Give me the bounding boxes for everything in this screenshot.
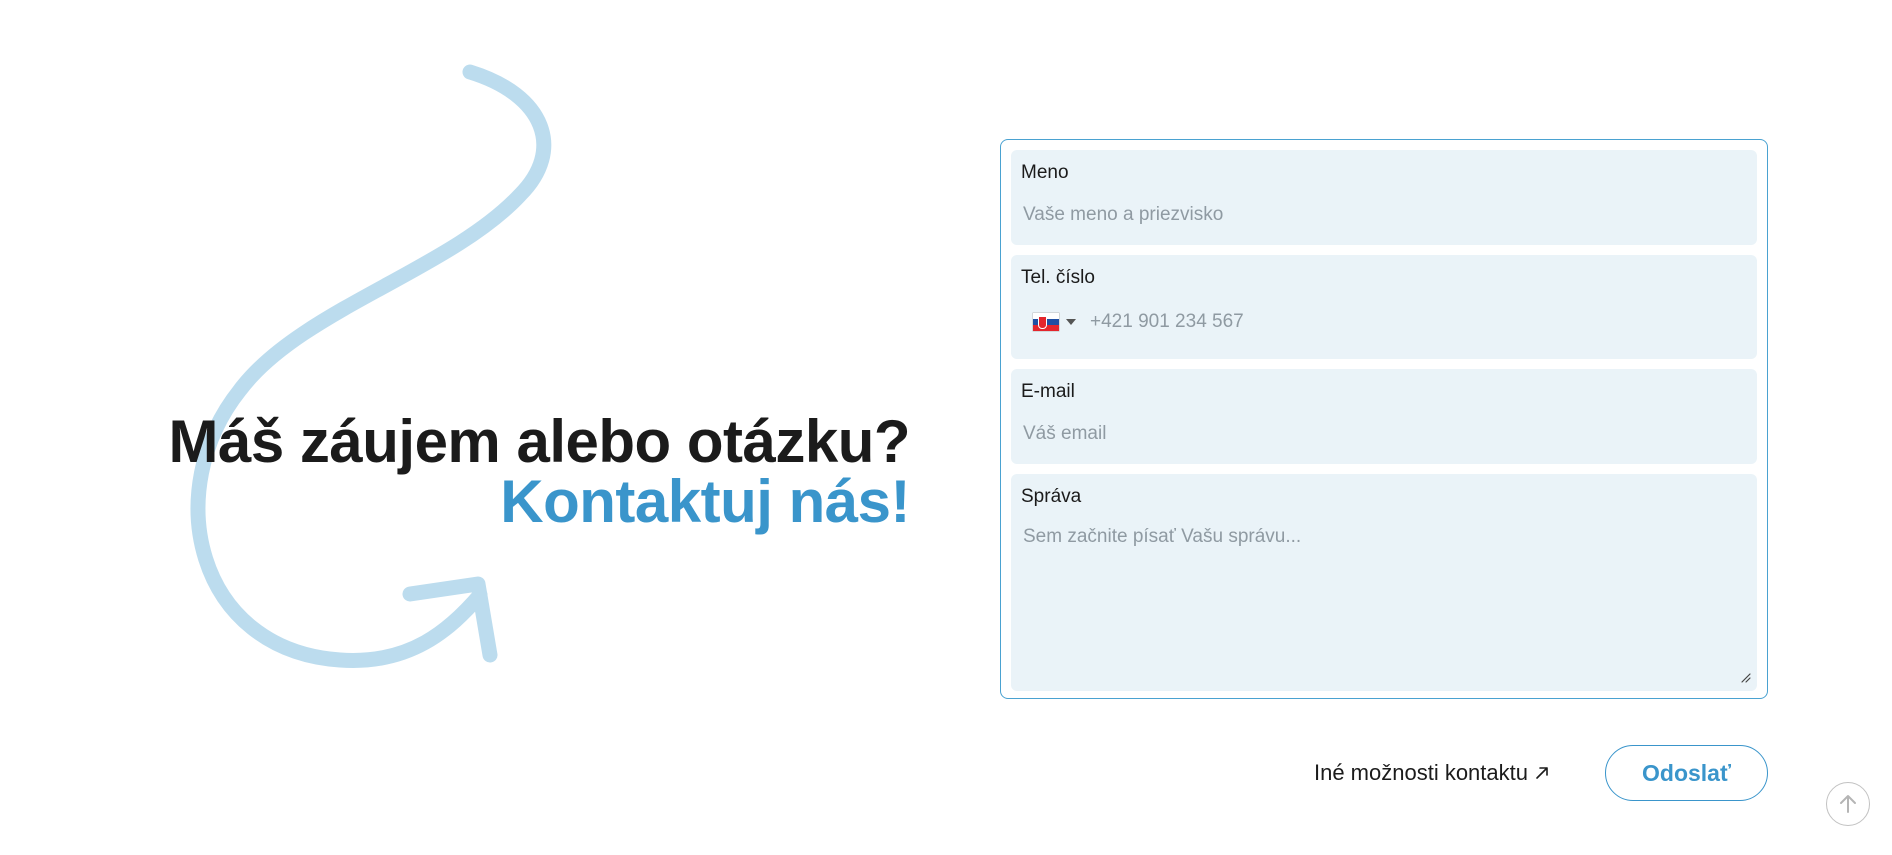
email-input[interactable]: [1021, 423, 1747, 445]
message-label: Správa: [1021, 486, 1082, 507]
email-field-group: E-mail: [1011, 369, 1757, 464]
name-field-group: Meno: [1011, 150, 1757, 245]
resize-grip-icon[interactable]: [1740, 672, 1751, 683]
phone-field-group: Tel. číslo: [1011, 255, 1757, 359]
name-input[interactable]: [1021, 204, 1747, 226]
phone-input[interactable]: [1088, 311, 1747, 333]
form-actions: Iné možnosti kontaktu Odoslať: [1000, 745, 1768, 801]
arrow-up-right-icon: [1536, 767, 1548, 779]
other-contact-link[interactable]: Iné možnosti kontaktu: [1314, 760, 1550, 786]
headline-question: Máš záujem alebo otázku?: [168, 408, 910, 475]
country-code-select[interactable]: [1021, 313, 1088, 331]
message-field-group: Správa: [1011, 474, 1757, 691]
other-contact-label: Iné možnosti kontaktu: [1313, 760, 1528, 785]
phone-label: Tel. číslo: [1021, 267, 1095, 288]
slovakia-flag-icon: [1033, 313, 1059, 331]
headline-cta: Kontaktuj nás!: [500, 468, 910, 535]
scroll-to-top-button[interactable]: [1826, 782, 1870, 826]
contact-form: Meno Tel. číslo E-mail Správa: [1000, 139, 1768, 699]
chevron-down-icon: [1066, 319, 1076, 325]
submit-button[interactable]: Odoslať: [1605, 745, 1768, 801]
arrow-up-icon: [1840, 795, 1856, 813]
headline: Máš záujem alebo otázku? Kontaktuj nás!: [150, 412, 910, 532]
email-label: E-mail: [1021, 381, 1075, 402]
name-label: Meno: [1021, 162, 1069, 183]
message-textarea[interactable]: [1021, 526, 1747, 656]
